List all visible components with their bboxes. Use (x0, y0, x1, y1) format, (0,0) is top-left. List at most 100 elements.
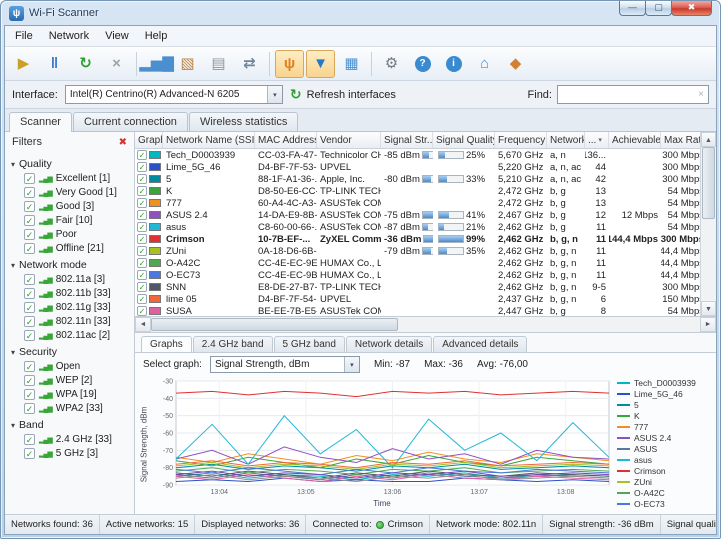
scroll-right-icon[interactable]: ► (700, 317, 716, 332)
filter-item-5-ghz-3[interactable]: ✓ ▂▄▆ 5 GHz [3] (24, 448, 134, 459)
row-checkbox[interactable]: ✓ (137, 174, 147, 184)
filter-item-802-11a-3[interactable]: ✓ ▂▄▆ 802.11a [3] (24, 274, 134, 285)
close-button[interactable]: ✖ (671, 1, 712, 16)
checkbox-checked-icon[interactable]: ✓ (24, 375, 35, 386)
menu-help[interactable]: Help (137, 28, 176, 44)
row-checkbox[interactable]: ✓ (137, 198, 147, 208)
filter-item-open[interactable]: ✓ ▂▄▆ Open (24, 361, 134, 372)
tab-current-connection[interactable]: Current connection (72, 112, 188, 131)
chevron-down-icon[interactable]: ▾ (343, 357, 359, 372)
row-checkbox[interactable]: ✓ (137, 246, 147, 256)
help-button[interactable]: ? (408, 50, 437, 78)
legend-item[interactable]: Lime_5G_46 (617, 388, 716, 399)
filter-item-fair-10[interactable]: ✓ ▂▄▆ Fair [10] (24, 215, 134, 226)
chart-legend[interactable]: Tech_D0003939 Lime_5G_46 5 K 777 ASUS 2.4 ASUS… (617, 377, 716, 512)
column-header-signal-quality[interactable]: Signal Quality (433, 132, 495, 148)
menu-network[interactable]: Network (41, 28, 97, 44)
checkbox-checked-icon[interactable]: ✓ (24, 330, 35, 341)
table-row[interactable]: ✓ 5 88-1F-A1-36-... Apple, Inc. -80 dBm 33% 5,… (135, 173, 700, 185)
filter-group-band[interactable]: ▾ Band (11, 419, 134, 431)
row-checkbox[interactable]: ✓ (137, 282, 147, 292)
export-report-button[interactable]: ▤ (204, 50, 233, 78)
legend-item[interactable]: Tech_D0003939 (617, 377, 716, 388)
column-header-mac-address[interactable]: MAC Address (255, 132, 317, 148)
legend-item[interactable]: SNN (617, 509, 716, 513)
about-info-button[interactable]: i (439, 50, 468, 78)
checkbox-checked-icon[interactable]: ✓ (24, 274, 35, 285)
horizontal-scrollbar[interactable]: ◄ ► (135, 317, 716, 333)
checkbox-checked-icon[interactable]: ✓ (24, 448, 35, 459)
checkbox-checked-icon[interactable]: ✓ (24, 243, 35, 254)
legend-item[interactable]: K (617, 410, 716, 421)
bottom-tab-advanced-details[interactable]: Advanced details (433, 336, 528, 352)
filter-item-802-11b-33[interactable]: ✓ ▂▄▆ 802.11b [33] (24, 288, 134, 299)
chevron-down-icon[interactable]: ▾ (266, 86, 282, 103)
scroll-up-icon[interactable]: ▲ (701, 132, 716, 147)
clean-history-button[interactable]: ▧ (173, 50, 202, 78)
table-row[interactable]: ✓ SUSA BE-EE-7B-E5-...ASUSTek COM... 2,447 … (135, 305, 700, 316)
row-checkbox[interactable]: ✓ (137, 222, 147, 232)
bottom-tab-2-4-ghz-band[interactable]: 2.4 GHz band (192, 336, 273, 352)
chart-columns-button[interactable]: ▂▅▇ (139, 50, 174, 78)
refresh-networks-button[interactable]: ↻ (71, 50, 100, 78)
bottom-tab-graphs[interactable]: Graphs (141, 336, 192, 352)
row-checkbox[interactable]: ✓ (137, 186, 147, 196)
row-checkbox[interactable]: ✓ (137, 270, 147, 280)
legend-item[interactable]: O-A42C (617, 487, 716, 498)
checkbox-checked-icon[interactable]: ✓ (24, 361, 35, 372)
bottom-tab-5-ghz-band[interactable]: 5 GHz band (273, 336, 345, 352)
checkbox-checked-icon[interactable]: ✓ (24, 403, 35, 414)
table-row[interactable]: ✓ O-EC73 CC-4E-EC-9B-...HUMAX Co., Ltd. 2,4… (135, 269, 700, 281)
scroll-thumb[interactable] (702, 147, 715, 219)
interface-select[interactable]: Intel(R) Centrino(R) Advanced-N 6205 ▾ (64, 85, 283, 104)
channels-report-button[interactable]: ▦ (337, 50, 366, 78)
update-button[interactable]: ◆ (501, 50, 530, 78)
column-header-network-name-ssid[interactable]: Network Name (SSID) (163, 132, 255, 148)
close-filters-icon[interactable]: ✖ (119, 137, 127, 148)
find-input[interactable] (558, 89, 695, 100)
legend-item[interactable]: Crimson (617, 465, 716, 476)
scroll-thumb-horizontal[interactable] (151, 318, 399, 331)
wifi-antenna-button[interactable]: ψ (275, 49, 304, 78)
legend-item[interactable]: 5 (617, 399, 716, 410)
clear-list-button[interactable]: × (102, 50, 131, 78)
tab-wireless-statistics[interactable]: Wireless statistics (188, 112, 299, 131)
legend-item[interactable]: 777 (617, 421, 716, 432)
checkbox-checked-icon[interactable]: ✓ (24, 229, 35, 240)
checkbox-checked-icon[interactable]: ✓ (24, 215, 35, 226)
filter-item-very-good-1[interactable]: ✓ ▂▄▆ Very Good [1] (24, 187, 134, 198)
title-bar[interactable]: ψ Wi-Fi Scanner — ▢ ✖ (1, 1, 720, 25)
minimize-button[interactable]: — (619, 1, 646, 16)
table-row[interactable]: ✓ K D8-50-E6-CC-...TP-LINK TECH... 2,472 GH… (135, 185, 700, 197)
table-row[interactable]: ✓ Tech_D0003939 CC-03-FA-47-...Technicolor… (135, 149, 700, 161)
column-header-graph[interactable]: Graph (135, 132, 163, 148)
filter-group-network-mode[interactable]: ▾ Network mode (11, 259, 134, 271)
refresh-interfaces-button[interactable]: ↻ Refresh interfaces (290, 86, 396, 103)
table-row[interactable]: ✓ O-A42C CC-4E-EC-9E-...HUMAX Co., Ltd. 2,4… (135, 257, 700, 269)
table-row[interactable]: ✓ SNN E8-DE-27-B7-...TP-LINK TECH... 2,462 … (135, 281, 700, 293)
checkbox-checked-icon[interactable]: ✓ (24, 288, 35, 299)
filter-item-poor[interactable]: ✓ ▂▄▆ Poor (24, 229, 134, 240)
filter-item-wpa-19[interactable]: ✓ ▂▄▆ WPA [19] (24, 389, 134, 400)
column-header-frequency[interactable]: Frequency (495, 132, 547, 148)
filter-group-security[interactable]: ▾ Security (11, 346, 134, 358)
filter-item-802-11n-33[interactable]: ✓ ▂▄▆ 802.11n [33] (24, 316, 134, 327)
scroll-track-horizontal[interactable] (151, 317, 700, 332)
legend-item[interactable]: asus (617, 454, 716, 465)
checkbox-checked-icon[interactable]: ✓ (24, 201, 35, 212)
filter-item-802-11ac-2[interactable]: ✓ ▂▄▆ 802.11ac [2] (24, 330, 134, 341)
settings-wrench-button[interactable]: ⚙ (377, 50, 406, 78)
bottom-tab-network-details[interactable]: Network details (345, 336, 433, 352)
column-header-vendor[interactable]: Vendor (317, 132, 381, 148)
filter-item-good-3[interactable]: ✓ ▂▄▆ Good [3] (24, 201, 134, 212)
checkbox-checked-icon[interactable]: ✓ (24, 187, 35, 198)
filter-item-802-11g-33[interactable]: ✓ ▂▄▆ 802.11g [33] (24, 302, 134, 313)
filter-item-offline-21[interactable]: ✓ ▂▄▆ Offline [21] (24, 243, 134, 254)
checkbox-checked-icon[interactable]: ✓ (24, 302, 35, 313)
column-header-network[interactable]: Network ... (547, 132, 585, 148)
legend-item[interactable]: ASUS 2.4 (617, 432, 716, 443)
pause-scan-button[interactable]: ‖ (40, 50, 69, 78)
checkbox-checked-icon[interactable]: ✓ (24, 434, 35, 445)
row-checkbox[interactable]: ✓ (137, 234, 147, 244)
maximize-button[interactable]: ▢ (645, 1, 672, 16)
